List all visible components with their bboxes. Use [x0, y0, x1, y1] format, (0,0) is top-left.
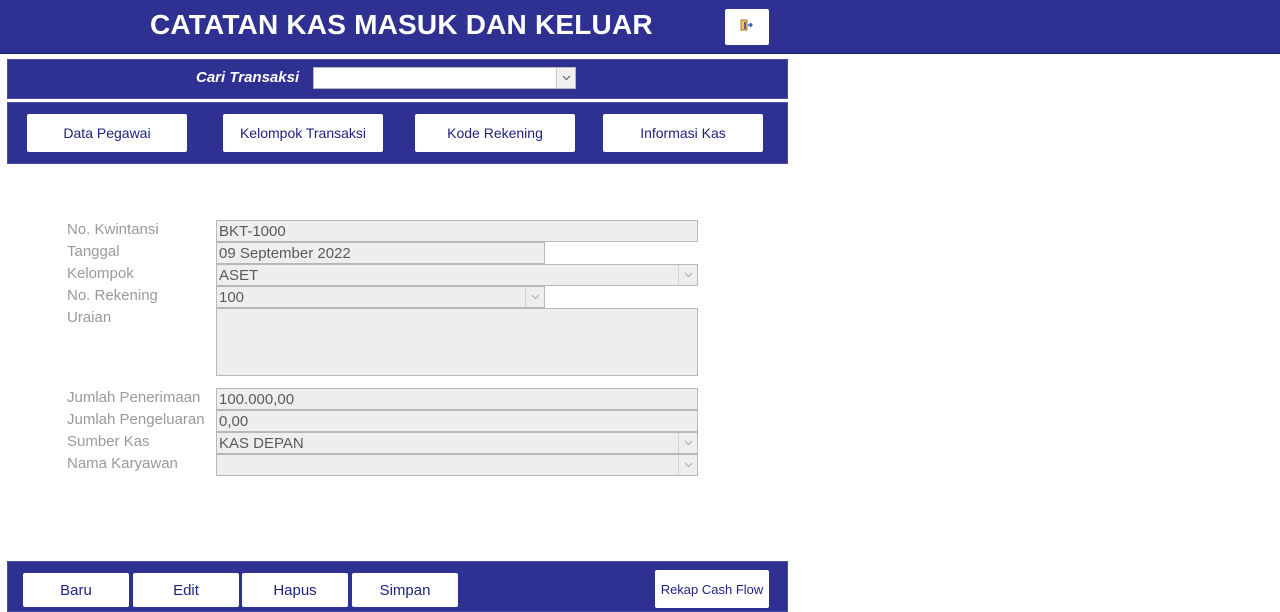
chevron-down-icon[interactable]: [678, 265, 697, 285]
sumber-kas-label: Sumber Kas: [67, 433, 150, 450]
no-kwintansi-field[interactable]: BKT-1000: [216, 220, 698, 242]
sumber-kas-value: KAS DEPAN: [219, 434, 304, 452]
informasi-kas-button[interactable]: Informasi Kas: [603, 114, 763, 152]
tanggal-field[interactable]: 09 September 2022: [216, 242, 545, 264]
chevron-down-icon[interactable]: [678, 433, 697, 453]
search-label: Cari Transaksi: [196, 69, 300, 86]
uraian-label: Uraian: [67, 309, 112, 326]
no-kwintansi-value: BKT-1000: [219, 222, 286, 240]
nama-karyawan-label: Nama Karyawan: [67, 455, 178, 472]
tanggal-value: 09 September 2022: [219, 244, 351, 262]
chevron-down-icon[interactable]: [556, 68, 575, 88]
kode-rekening-button[interactable]: Kode Rekening: [415, 114, 575, 152]
no-rekening-combo[interactable]: 100: [216, 286, 545, 308]
chevron-down-icon[interactable]: [678, 455, 697, 475]
rekap-cash-flow-button[interactable]: Rekap Cash Flow: [655, 570, 769, 608]
data-pegawai-button[interactable]: Data Pegawai: [27, 114, 187, 152]
simpan-button[interactable]: Simpan: [352, 573, 458, 607]
baru-button[interactable]: Baru: [23, 573, 129, 607]
kelompok-transaksi-button[interactable]: Kelompok Transaksi: [223, 114, 383, 152]
tanggal-label: Tanggal: [67, 243, 120, 260]
exit-button[interactable]: [725, 9, 769, 45]
nama-karyawan-combo[interactable]: [216, 454, 698, 476]
jumlah-pengeluaran-value: 0,00: [219, 412, 249, 430]
search-transaction-combo[interactable]: [313, 67, 576, 89]
kelompok-combo[interactable]: ASET: [216, 264, 698, 286]
jumlah-penerimaan-field[interactable]: 100.000,00: [216, 388, 698, 410]
hapus-button[interactable]: Hapus: [242, 573, 348, 607]
door-exit-icon: [740, 18, 754, 36]
no-kwintansi-label: No. Kwintansi: [67, 221, 159, 238]
page-title: CATATAN KAS MASUK DAN KELUAR: [150, 9, 653, 40]
jumlah-pengeluaran-label: Jumlah Pengeluaran: [67, 411, 205, 428]
chevron-down-icon[interactable]: [525, 287, 544, 307]
sumber-kas-combo[interactable]: KAS DEPAN: [216, 432, 698, 454]
jumlah-penerimaan-label: Jumlah Penerimaan: [67, 389, 201, 406]
jumlah-penerimaan-value: 100.000,00: [219, 390, 295, 408]
kelompok-value: ASET: [219, 266, 259, 284]
jumlah-pengeluaran-field[interactable]: 0,00: [216, 410, 698, 432]
no-rekening-value: 100: [219, 288, 245, 306]
uraian-textarea[interactable]: [216, 308, 698, 376]
edit-button[interactable]: Edit: [133, 573, 239, 607]
kelompok-label: Kelompok: [67, 265, 134, 282]
no-rekening-label: No. Rekening: [67, 287, 158, 304]
